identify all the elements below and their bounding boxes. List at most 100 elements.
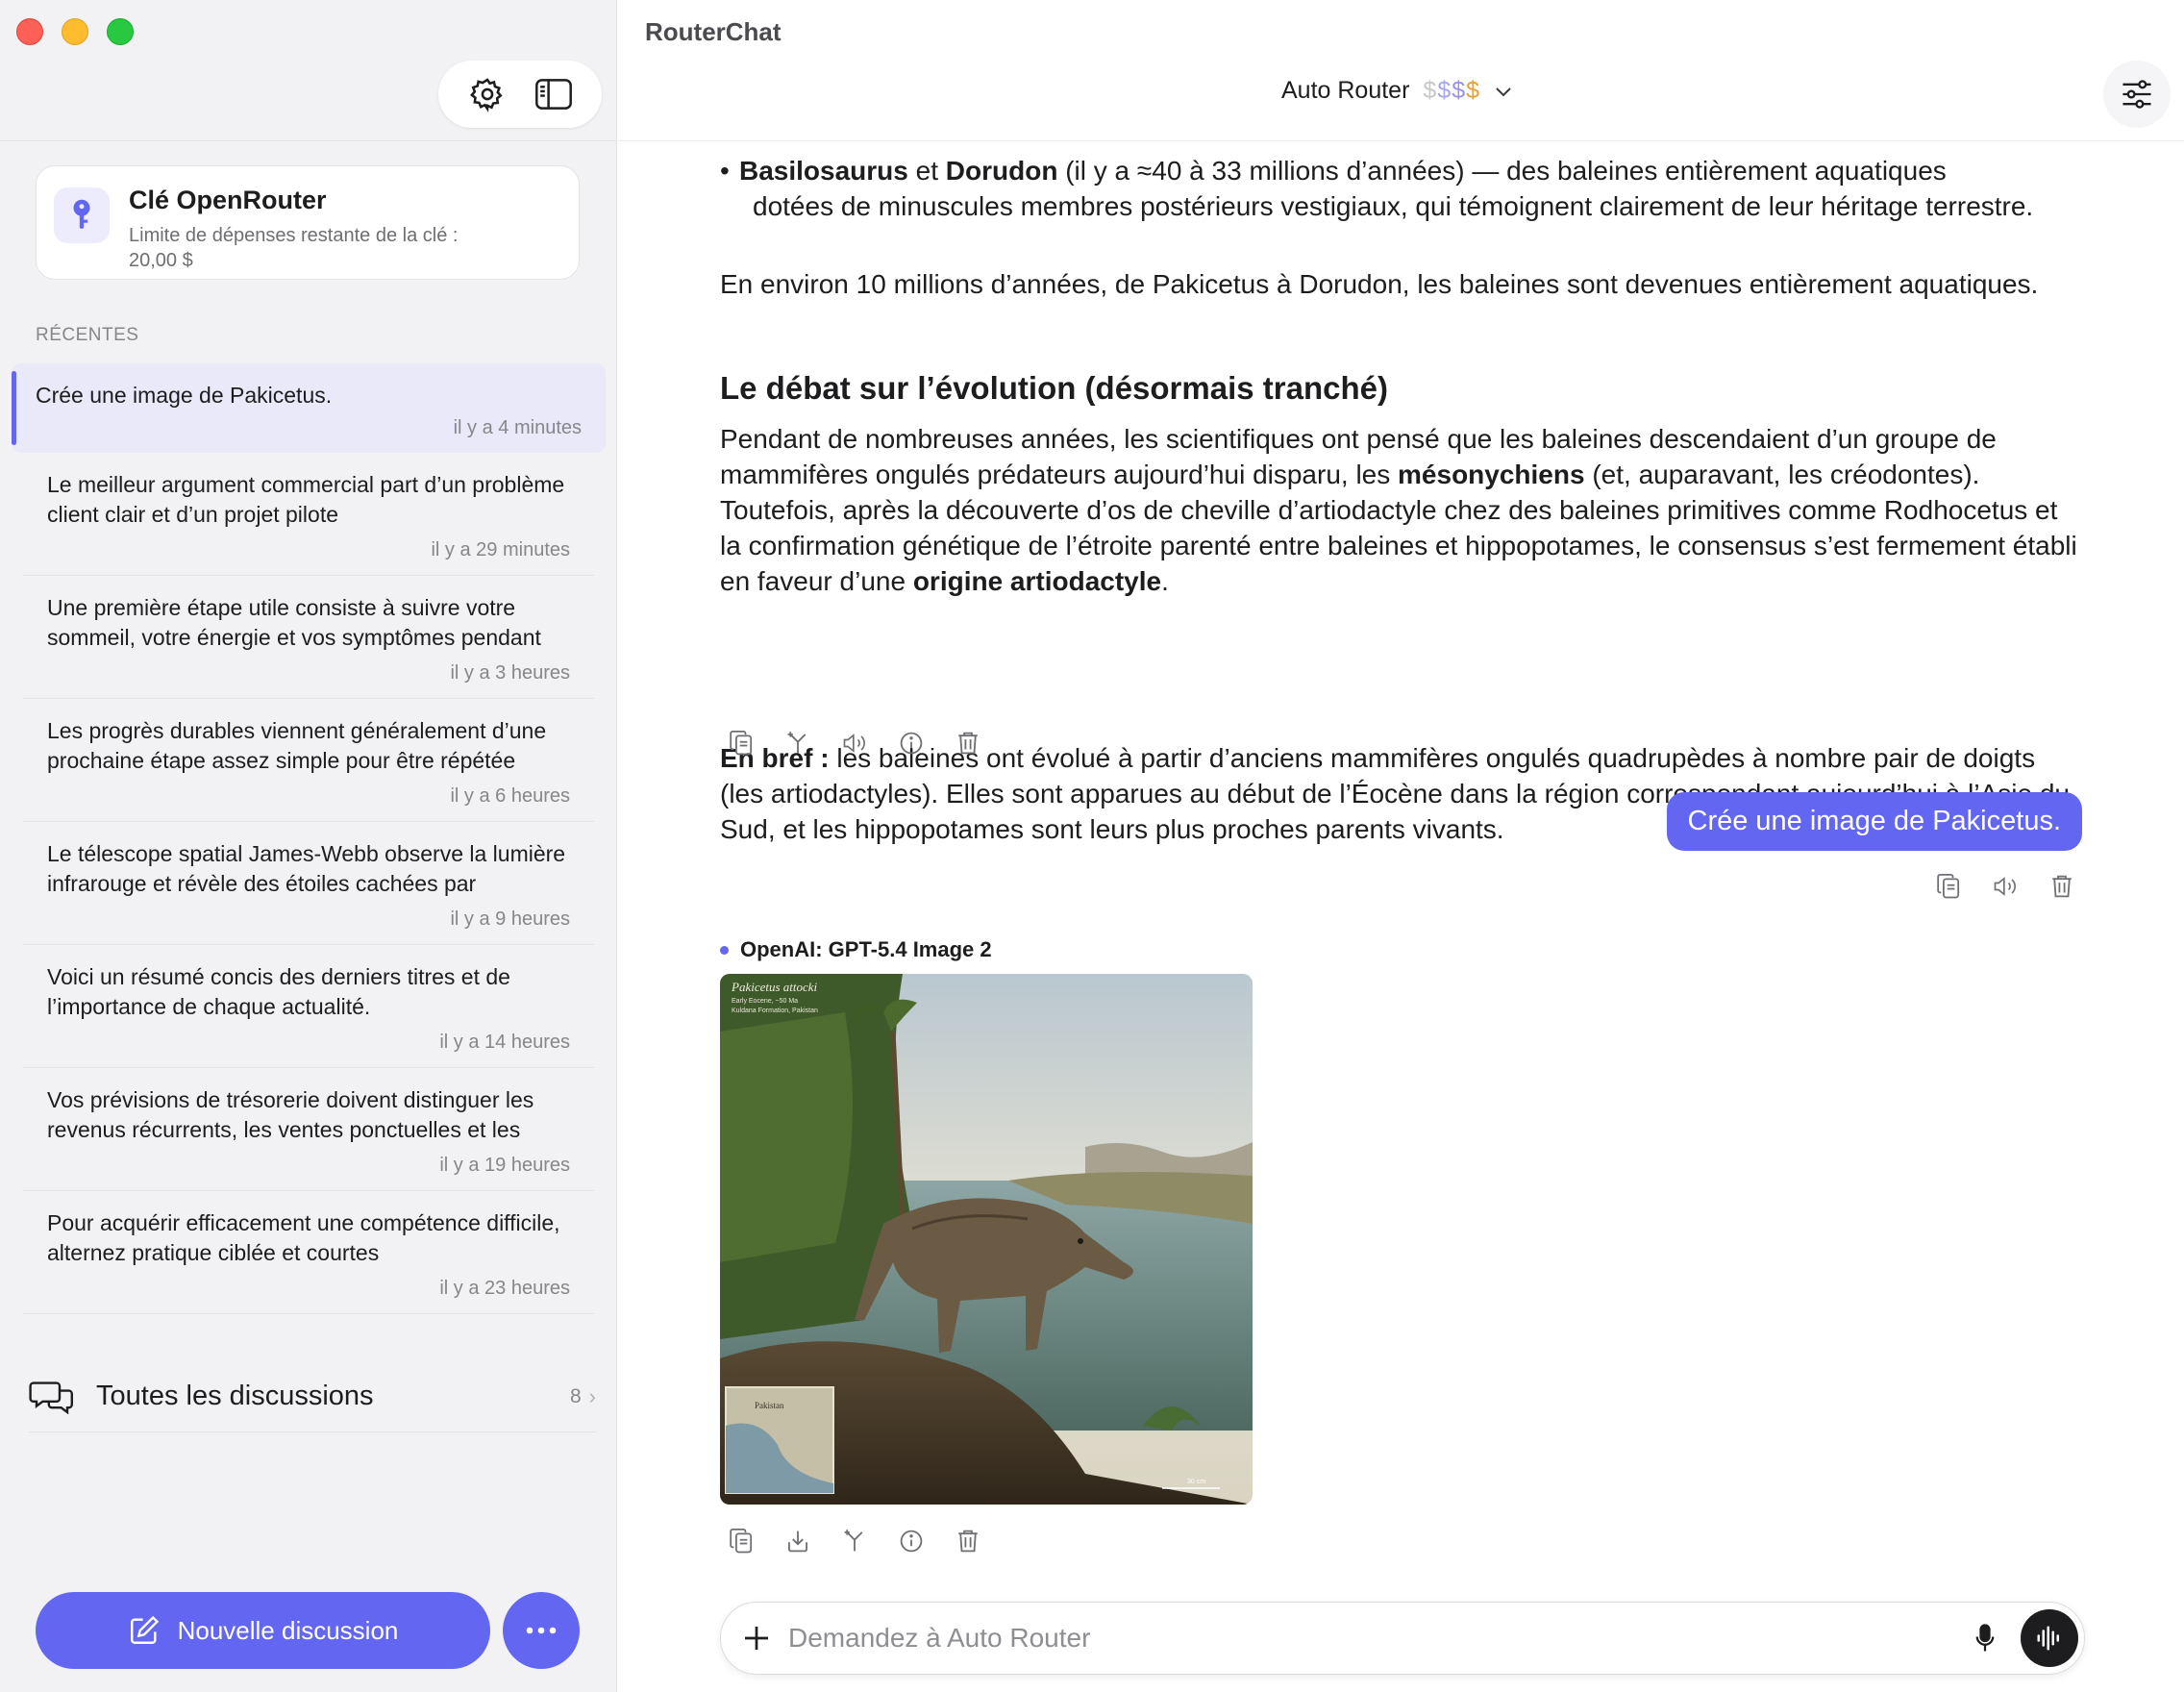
chat-list-item[interactable]: Le télescope spatial James-Webb observe … xyxy=(23,822,594,945)
more-options-button[interactable] xyxy=(503,1592,580,1669)
key-icon-badge xyxy=(54,187,110,243)
read-aloud-button[interactable] xyxy=(840,729,869,758)
all-discussions-count: 8 xyxy=(569,1384,582,1407)
chat-item-title: Voici un résumé concis des derniers titr… xyxy=(47,964,510,1019)
chat-item-title: Le télescope spatial James-Webb observe … xyxy=(47,841,566,896)
chat-list-item[interactable]: Voici un résumé concis des derniers titr… xyxy=(23,945,594,1068)
app-title: RouterChat xyxy=(645,17,782,46)
chat-item-time: il y a 14 heures xyxy=(439,1032,570,1053)
chat-item-time: il y a 6 heures xyxy=(450,785,570,807)
chevron-down-icon xyxy=(1494,85,1513,98)
download-button[interactable] xyxy=(783,1527,812,1555)
model-name: Auto Router xyxy=(1281,77,1410,104)
info-icon xyxy=(900,732,923,755)
new-discussion-label: Nouvelle discussion xyxy=(177,1615,399,1645)
sidebar-toolbar xyxy=(438,61,602,128)
toggle-sidebar-button[interactable] xyxy=(533,73,575,115)
read-aloud-button[interactable] xyxy=(1991,872,2020,901)
voice-mode-button[interactable] xyxy=(2021,1609,2078,1667)
chevron-right-icon: › xyxy=(588,1383,596,1408)
copy-button[interactable] xyxy=(1934,872,1963,901)
zoom-window-button[interactable] xyxy=(107,18,134,45)
chat-item-time: il y a 9 heures xyxy=(450,908,570,930)
assistant-heading: Le débat sur l’évolution (désormais tran… xyxy=(720,370,1388,406)
scale-label: 30 cm xyxy=(1187,1479,1205,1485)
chat-list-item[interactable]: Pour acquérir efficacement une compétenc… xyxy=(23,1191,594,1314)
model-selector[interactable]: Auto Router $$$$ xyxy=(1281,77,1513,105)
chat-list-item[interactable]: Le meilleur argument commercial part d’u… xyxy=(23,453,594,576)
sidebar: Clé OpenRouter Limite de dépenses restan… xyxy=(0,0,617,1692)
generated-image[interactable]: Pakicetus attocki Early Eocene, ~50 Ma K… xyxy=(720,974,1253,1505)
sidebar-icon xyxy=(534,79,572,110)
chat-settings-button[interactable] xyxy=(2103,61,2171,128)
chat-item-title: Vos prévisions de trésorerie doivent dis… xyxy=(47,1087,534,1142)
chat-list-item[interactable]: Vos prévisions de trésorerie doivent dis… xyxy=(23,1068,594,1191)
speaker-icon xyxy=(1994,877,2016,896)
chat-item-title: Pour acquérir efficacement une compétenc… xyxy=(47,1210,560,1265)
copy-button[interactable] xyxy=(727,1527,756,1555)
recent-chat-list: Crée une image de Pakicetus. il y a 4 mi… xyxy=(12,363,606,1314)
info-button[interactable] xyxy=(897,1527,926,1555)
message-composer: Demandez à Auto Router xyxy=(720,1602,2085,1675)
gear-icon xyxy=(469,78,503,112)
assistant-paragraph: Pendant de nombreuses années, les scient… xyxy=(720,424,2077,596)
new-discussion-button[interactable]: Nouvelle discussion xyxy=(36,1592,490,1669)
chat-main: RouterChat Auto Router $$$$ • Basilosaur… xyxy=(618,0,2184,1692)
image-caption-title: Pakicetus attocki xyxy=(731,980,818,994)
chat-item-time: il y a 29 minutes xyxy=(431,539,570,560)
attach-button[interactable] xyxy=(742,1624,771,1653)
key-icon xyxy=(73,199,90,229)
branch-button[interactable] xyxy=(840,1527,869,1555)
branch-icon xyxy=(844,1530,863,1552)
chat-item-title: Une première étape utile consiste à suiv… xyxy=(47,595,541,650)
delete-button[interactable] xyxy=(954,729,982,758)
trash-icon xyxy=(958,1530,978,1553)
chat-item-title: Les progrès durables viennent généraleme… xyxy=(47,718,547,773)
copy-button[interactable] xyxy=(727,729,756,758)
delete-button[interactable] xyxy=(2048,872,2076,901)
reply-model-label: OpenAI: GPT-5.4 Image 2 xyxy=(720,937,992,962)
chat-item-time: il y a 4 minutes xyxy=(453,417,582,438)
image-caption-line2: Kuldana Formation, Pakistan xyxy=(732,1008,818,1014)
branch-icon xyxy=(787,732,807,754)
plus-icon xyxy=(745,1627,768,1650)
user-message-bubble: Crée une image de Pakicetus. xyxy=(1666,792,2082,851)
trash-icon xyxy=(2052,875,2072,898)
map-label: Pakistan xyxy=(755,1401,784,1410)
microphone-icon xyxy=(1975,1624,1995,1652)
trash-icon xyxy=(958,732,978,755)
recent-section-label: RÉCENTES xyxy=(36,325,139,345)
bullet-marker: • xyxy=(720,156,730,186)
branch-button[interactable] xyxy=(783,729,812,758)
info-button[interactable] xyxy=(897,729,926,758)
dictation-button[interactable] xyxy=(1974,1624,1996,1653)
message-input[interactable]: Demandez à Auto Router xyxy=(788,1623,1974,1654)
model-dot xyxy=(720,945,729,955)
waveform-icon xyxy=(2037,1626,2059,1651)
assistant-bullet-item: • Basilosaurus et Dorudon (il y a ≈40 à … xyxy=(720,153,2075,224)
info-icon xyxy=(900,1530,923,1553)
settings-button[interactable] xyxy=(466,73,509,115)
key-card-title: Clé OpenRouter xyxy=(129,186,327,214)
sidebar-divider xyxy=(0,140,617,141)
close-window-button[interactable] xyxy=(16,18,43,45)
chat-list-item[interactable]: Les progrès durables viennent généraleme… xyxy=(23,699,594,822)
chat-list-item[interactable]: Crée une image de Pakicetus. il y a 4 mi… xyxy=(12,363,606,453)
price-indicator: $$$$ xyxy=(1423,77,1481,104)
compose-icon xyxy=(128,1614,161,1647)
chat-bubbles-icon xyxy=(29,1381,73,1414)
chat-list-item[interactable]: Une première étape utile consiste à suiv… xyxy=(23,576,594,699)
image-message-actions xyxy=(727,1527,982,1555)
chat-item-time: il y a 23 heures xyxy=(439,1278,570,1299)
all-discussions-label: Toutes les discussions xyxy=(96,1381,374,1411)
minimize-window-button[interactable] xyxy=(62,18,88,45)
openrouter-key-card[interactable]: Clé OpenRouter Limite de dépenses restan… xyxy=(36,165,580,280)
user-message-actions xyxy=(1934,872,2076,901)
pakicetus-illustration: Pakicetus attocki Early Eocene, ~50 Ma K… xyxy=(720,974,1253,1505)
sliders-icon xyxy=(2122,80,2151,109)
copy-icon xyxy=(1937,874,1960,899)
all-discussions-link[interactable]: Toutes les discussions 8 › xyxy=(29,1361,596,1432)
download-icon xyxy=(787,1530,808,1553)
speaker-icon xyxy=(843,734,865,753)
delete-button[interactable] xyxy=(954,1527,982,1555)
